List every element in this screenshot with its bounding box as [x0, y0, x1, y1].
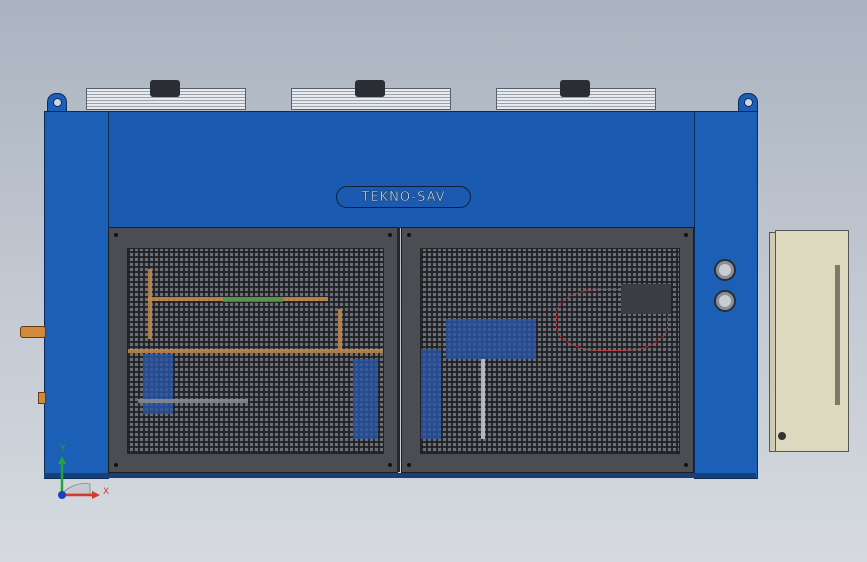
access-door-left[interactable]	[108, 227, 398, 473]
electrical-box-handle[interactable]	[778, 432, 786, 440]
left-side-panel	[44, 111, 109, 479]
brand-logo: TEKNO-SAV	[336, 186, 471, 208]
fan-motor-2	[355, 80, 385, 97]
axis-triad-icon	[58, 456, 100, 499]
indicator-knob-icon[interactable]	[714, 290, 736, 312]
electrical-box-rail	[835, 265, 840, 405]
lifting-lug-icon	[738, 93, 758, 113]
door-divider	[397, 227, 400, 472]
fan-motor-1	[150, 80, 180, 97]
copper-pipe-stub	[38, 392, 46, 404]
axis-label-x: X	[103, 487, 110, 497]
fan-motor-3	[560, 80, 590, 97]
ventilation-grille-right	[420, 248, 680, 454]
copper-pipe-stub	[20, 326, 46, 338]
axis-label-y: Y	[60, 444, 66, 454]
bottom-rail	[44, 473, 756, 478]
lifting-lug-icon	[47, 93, 67, 113]
indicator-knob-icon[interactable]	[714, 259, 736, 281]
front-top-panel	[108, 111, 695, 228]
ventilation-grille-left	[127, 248, 384, 454]
access-door-right[interactable]	[401, 227, 694, 473]
